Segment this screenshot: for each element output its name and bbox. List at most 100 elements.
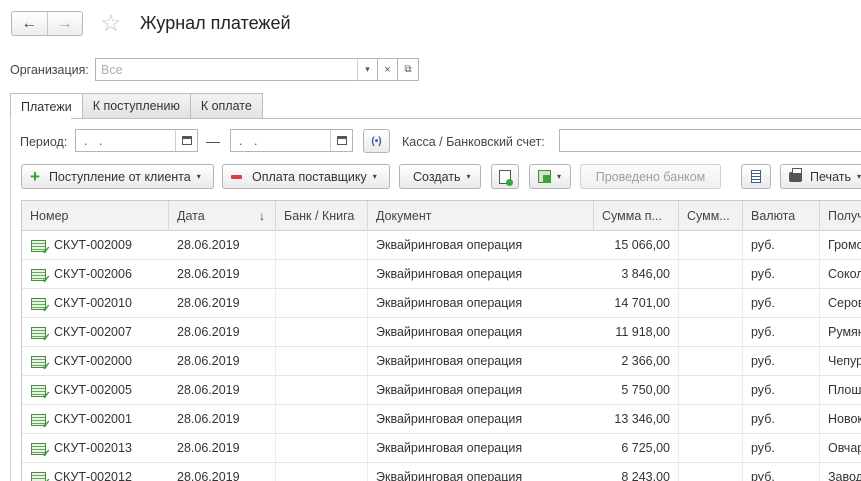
table-cell: руб.	[743, 318, 820, 347]
table-row[interactable]: СКУТ-002000 28.06.2019 Эквайринговая опера…	[22, 347, 861, 376]
table-cell	[679, 318, 743, 347]
cell-document: Эквайринговая операция	[376, 383, 523, 397]
print-button[interactable]: Печать ▾	[780, 164, 861, 189]
column-date[interactable]: Дата ↓	[169, 201, 276, 231]
kassa-field[interactable]	[559, 129, 861, 152]
posted-label: Проведено банком	[595, 169, 706, 184]
table-row[interactable]: СКУТ-002005 28.06.2019 Эквайринговая опера…	[22, 376, 861, 405]
column-sum[interactable]: Сумма п...	[594, 201, 679, 231]
posted-document-icon	[31, 240, 51, 257]
organization-clear-button[interactable]: ×	[378, 58, 398, 81]
back-button[interactable]: ←	[12, 12, 47, 35]
period-from-field[interactable]: . .	[75, 129, 198, 152]
chevron-down-icon: ▾	[365, 64, 370, 74]
table-cell: руб.	[743, 463, 820, 481]
forward-button[interactable]: →	[46, 12, 83, 35]
column-currency[interactable]: Валюта	[743, 201, 820, 231]
table-cell: СКУТ-002013	[22, 434, 169, 463]
column-number[interactable]: Номер	[22, 201, 169, 231]
table-row[interactable]: СКУТ-002012 28.06.2019 Эквайринговая опера…	[22, 463, 861, 481]
cell-number: СКУТ-002007	[54, 325, 132, 339]
column-bank[interactable]: Банк / Книга	[276, 201, 368, 231]
table-cell: СКУТ-002012	[22, 463, 169, 481]
cell-currency: руб.	[751, 296, 775, 310]
related-documents-button[interactable]: ▾	[529, 164, 571, 189]
table-row[interactable]: СКУТ-002009 28.06.2019 Эквайринговая опера…	[22, 231, 861, 260]
column-document[interactable]: Документ	[368, 201, 594, 231]
organization-dropdown-button[interactable]: ▾	[357, 58, 378, 81]
document-action-button[interactable]	[491, 164, 519, 189]
cell-number: СКУТ-002005	[54, 383, 132, 397]
table-row[interactable]: СКУТ-002001 28.06.2019 Эквайринговая опера…	[22, 405, 861, 434]
cell-currency: руб.	[751, 470, 775, 481]
cell-number: СКУТ-002009	[54, 238, 132, 252]
period-to-field[interactable]: . .	[230, 129, 353, 152]
star-icon[interactable]: ☆	[100, 9, 122, 39]
table-cell: Эквайринговая операция	[368, 289, 594, 318]
printer-icon	[789, 167, 803, 182]
organization-field[interactable]: Все	[95, 58, 398, 81]
table-cell: Эквайринговая операция	[368, 347, 594, 376]
column-date-label: Дата	[177, 209, 205, 223]
table-cell	[679, 434, 743, 463]
table-cell: 28.06.2019	[169, 347, 276, 376]
table-cell: Громов	[820, 231, 861, 260]
table-cell: 28.06.2019	[169, 405, 276, 434]
cell-date: 28.06.2019	[177, 412, 240, 426]
cell-recipient: Новоко	[828, 412, 861, 426]
table-cell: 14 701,00	[594, 289, 679, 318]
tab-payments[interactable]: Платежи	[10, 93, 83, 119]
tab-divider	[10, 118, 861, 119]
plus-icon: +	[30, 167, 40, 186]
table-cell	[679, 289, 743, 318]
period-from-value: . .	[84, 134, 107, 148]
calendar-icon	[181, 136, 192, 145]
table-cell: СКУТ-002007	[22, 318, 169, 347]
cell-date: 28.06.2019	[177, 383, 240, 397]
table-cell: Плошко	[820, 376, 861, 405]
incoming-from-client-button[interactable]: + Поступление от клиента ▾	[21, 164, 214, 189]
table-cell	[276, 231, 368, 260]
table-cell: 13 346,00	[594, 405, 679, 434]
table-row[interactable]: СКУТ-002006 28.06.2019 Эквайринговая опера…	[22, 260, 861, 289]
cell-recipient: Завод	[828, 470, 861, 481]
table-row[interactable]: СКУТ-002007 28.06.2019 Эквайринговая опера…	[22, 318, 861, 347]
table-cell	[276, 260, 368, 289]
organization-open-button[interactable]: ⧉	[398, 58, 419, 81]
tab-to-pay[interactable]: К оплате	[189, 93, 263, 118]
cell-sum: 6 725,00	[621, 441, 670, 455]
table-cell	[276, 405, 368, 434]
cell-document: Эквайринговая операция	[376, 470, 523, 481]
posted-by-bank-button[interactable]: Проведено банком	[580, 164, 721, 189]
table-cell	[276, 289, 368, 318]
cell-sum: 8 243,00	[621, 470, 670, 481]
cell-sum: 11 918,00	[615, 325, 670, 339]
table-cell: 15 066,00	[594, 231, 679, 260]
table-cell	[276, 434, 368, 463]
calendar-button[interactable]	[330, 130, 352, 151]
calendar-button[interactable]	[175, 130, 197, 151]
table-cell: 28.06.2019	[169, 231, 276, 260]
create-button[interactable]: Создать ▾	[399, 164, 481, 189]
table-row[interactable]: СКУТ-002013 28.06.2019 Эквайринговая опера…	[22, 434, 861, 463]
cell-document: Эквайринговая операция	[376, 325, 523, 339]
payments-table: Номер Дата ↓ Банк / Книга Документ Сумма…	[21, 200, 861, 481]
table-cell: руб.	[743, 434, 820, 463]
pay-supplier-button[interactable]: Оплата поставщику ▾	[222, 164, 390, 189]
cell-recipient: Плошко	[828, 383, 861, 397]
column-recipient[interactable]: Получ	[820, 201, 861, 231]
select-period-button[interactable]: (•)	[363, 129, 390, 153]
cell-sum: 14 701,00	[614, 296, 670, 310]
cell-date: 28.06.2019	[177, 238, 240, 252]
table-row[interactable]: СКУТ-002010 28.06.2019 Эквайринговая опера…	[22, 289, 861, 318]
cell-sum: 3 846,00	[621, 267, 670, 281]
table-cell: СКУТ-002009	[22, 231, 169, 260]
documents-icon	[538, 170, 551, 183]
table-cell: 28.06.2019	[169, 376, 276, 405]
tab-to-receive[interactable]: К поступлению	[81, 93, 191, 118]
open-window-icon: ⧉	[404, 64, 412, 75]
incoming-label: Поступление от клиента	[48, 169, 191, 184]
sort-down-icon: ↓	[259, 209, 265, 223]
list-settings-button[interactable]	[741, 164, 771, 189]
column-sum2[interactable]: Сумм...	[679, 201, 743, 231]
